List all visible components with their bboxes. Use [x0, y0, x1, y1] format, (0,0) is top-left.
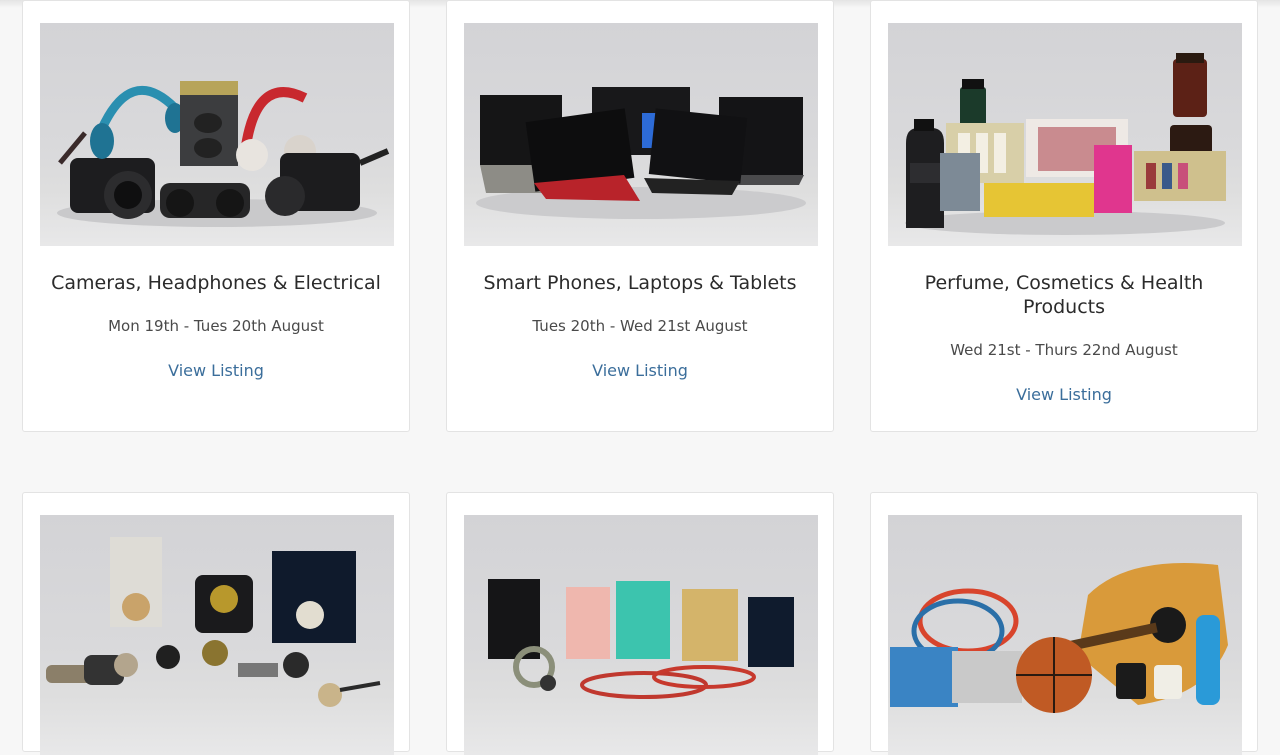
listing-card-jewellery [446, 492, 834, 755]
view-listing-link[interactable]: View Listing [447, 361, 833, 380]
watches-photo[interactable] [40, 515, 394, 755]
listing-title: Cameras, Headphones & Electrical [51, 272, 381, 294]
listing-card-laptops: Smart Phones, Laptops & Tablets Tues 20t… [446, 0, 834, 432]
jewellery-photo[interactable] [464, 515, 818, 755]
laptops-tablets-photo[interactable] [464, 23, 818, 246]
cameras-headphones-photo[interactable] [40, 23, 394, 246]
listing-title: Smart Phones, Laptops & Tablets [483, 272, 797, 294]
toys-sports-music-photo[interactable] [888, 515, 1242, 755]
listing-card-cosmetics: Perfume, Cosmetics & Health Products Wed… [870, 0, 1258, 432]
view-listing-link[interactable]: View Listing [871, 385, 1257, 404]
cosmetics-health-photo[interactable] [888, 23, 1242, 246]
listing-dates: Mon 19th - Tues 20th August [108, 317, 324, 335]
view-listing-link[interactable]: View Listing [23, 361, 409, 380]
listing-card-toys-sports [870, 492, 1258, 755]
listing-title: Perfume, Cosmetics & Health Products [924, 272, 1204, 318]
listing-card-watches [22, 492, 410, 755]
listing-card-electrical: Cameras, Headphones & Electrical Mon 19t… [22, 0, 410, 432]
listing-dates: Wed 21st - Thurs 22nd August [950, 341, 1178, 359]
listing-dates: Tues 20th - Wed 21st August [532, 317, 748, 335]
